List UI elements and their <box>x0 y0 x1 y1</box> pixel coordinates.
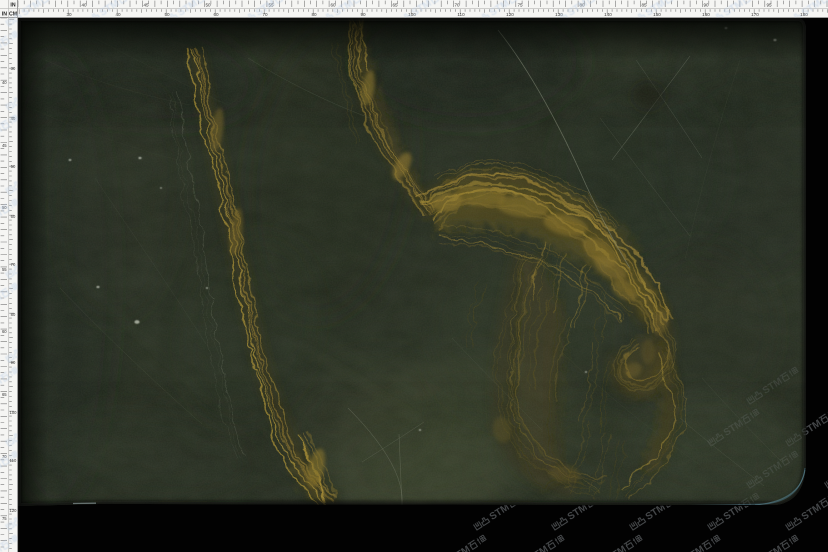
svg-text:30: 30 <box>66 12 72 17</box>
svg-text:100: 100 <box>10 410 18 415</box>
svg-text:IN: IN <box>10 3 15 9</box>
svg-text:90: 90 <box>360 12 366 17</box>
svg-text:60: 60 <box>11 214 16 219</box>
svg-text:IN: IN <box>2 11 7 17</box>
svg-text:50: 50 <box>164 12 170 17</box>
svg-text:40: 40 <box>81 2 87 7</box>
svg-text:95: 95 <box>766 2 772 7</box>
svg-text:40: 40 <box>115 12 121 17</box>
svg-text:85: 85 <box>641 2 647 7</box>
svg-text:45: 45 <box>143 2 149 7</box>
svg-text:140: 140 <box>604 12 612 17</box>
svg-text:40: 40 <box>2 80 7 85</box>
svg-text:50: 50 <box>205 2 211 7</box>
svg-text:30: 30 <box>11 66 16 71</box>
svg-text:90: 90 <box>703 2 709 7</box>
svg-text:60: 60 <box>213 12 219 17</box>
svg-text:170: 170 <box>751 12 759 17</box>
svg-text:70: 70 <box>454 2 460 7</box>
svg-text:75: 75 <box>517 2 523 7</box>
svg-text:80: 80 <box>311 12 317 17</box>
svg-text:50: 50 <box>11 164 16 169</box>
svg-text:160: 160 <box>702 12 710 17</box>
svg-text:65: 65 <box>392 2 398 7</box>
svg-text:110: 110 <box>10 458 17 463</box>
svg-text:60: 60 <box>2 329 7 334</box>
svg-text:75: 75 <box>2 516 7 521</box>
svg-text:80: 80 <box>11 312 16 317</box>
svg-text:45: 45 <box>2 143 7 148</box>
svg-text:55: 55 <box>2 267 7 272</box>
svg-text:120: 120 <box>506 12 514 17</box>
svg-text:65: 65 <box>2 392 7 397</box>
svg-text:120: 120 <box>10 508 18 513</box>
svg-text:110: 110 <box>457 12 465 17</box>
